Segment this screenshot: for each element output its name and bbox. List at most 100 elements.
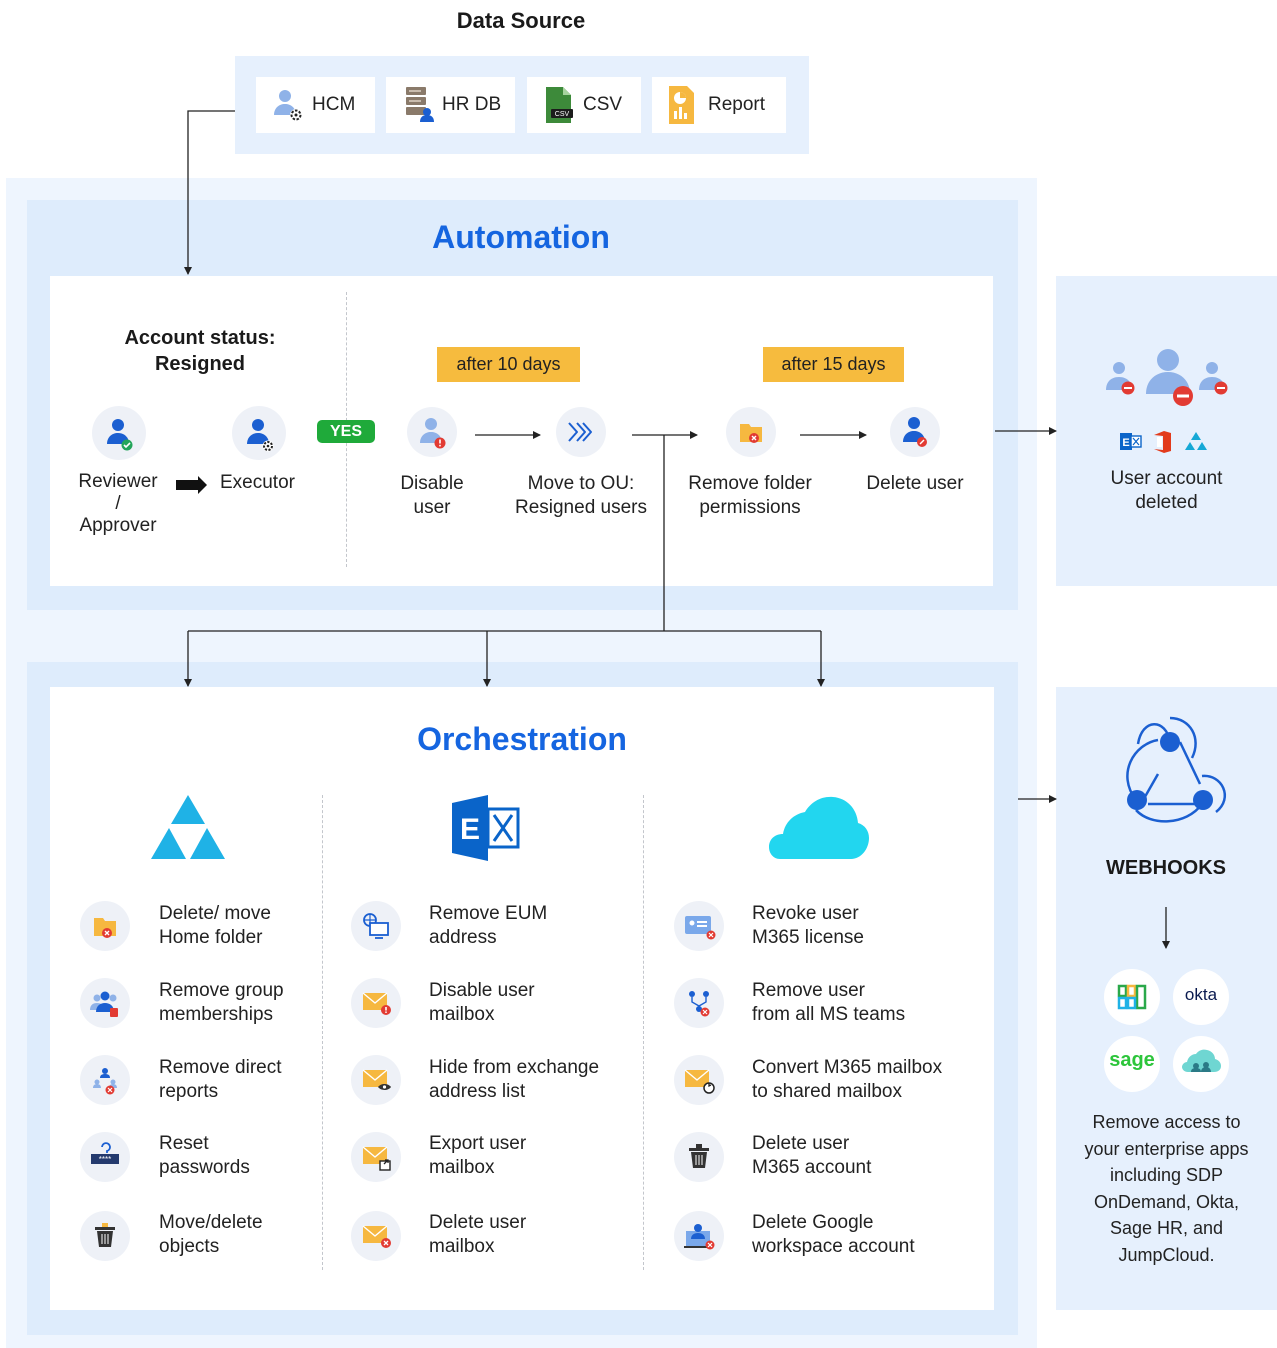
- reviewer-line: Reviewer: [78, 471, 158, 492]
- orch-item: Convert M365 mailbox to shared mailbox: [752, 1056, 942, 1104]
- mail-disable-icon: [351, 978, 401, 1028]
- password-icon: ****: [80, 1132, 130, 1182]
- item-line: Delete Google: [752, 1212, 874, 1233]
- orchestration-title: Orchestration: [417, 721, 627, 757]
- account-status-value: Resigned: [154, 353, 246, 375]
- orch-item: Export user mailbox: [429, 1132, 526, 1180]
- webhooks-icon: [1106, 714, 1232, 830]
- orchestration-divider: [322, 795, 323, 1270]
- item-line: Remove EUM: [429, 903, 548, 924]
- mail-convert-icon: [674, 1055, 724, 1105]
- item-line: M365 license: [752, 927, 864, 948]
- item-line: Home folder: [159, 927, 263, 948]
- yes-badge: YES: [317, 420, 375, 443]
- globe-monitor-icon: [351, 901, 401, 951]
- item-line: Export user: [429, 1133, 527, 1154]
- users-deleted-icon: [1102, 344, 1232, 408]
- sage-logo: sage: [1104, 1036, 1160, 1092]
- trash-icon: [80, 1211, 130, 1261]
- item-line: mailbox: [429, 1157, 495, 1178]
- reviewer-icon: [92, 406, 146, 460]
- orch-item: Remove user from all MS teams: [752, 979, 905, 1027]
- orch-item: Remove group memberships: [159, 979, 284, 1027]
- automation-title: Automation: [432, 219, 610, 255]
- orch-item: Disable user mailbox: [429, 979, 535, 1027]
- okta-logo: okta: [1173, 969, 1229, 1025]
- item-line: Delete/ move: [159, 903, 271, 924]
- webhooks-description: Remove access to your enterprise apps in…: [1066, 1109, 1267, 1268]
- desc-line: Remove access to: [1092, 1112, 1241, 1132]
- item-line: Remove group: [159, 980, 284, 1001]
- jumpcloud-icon: [1173, 1036, 1229, 1092]
- step-line: Move to OU:: [527, 473, 635, 494]
- item-line: Convert M365 mailbox: [752, 1057, 943, 1078]
- mail-hide-icon: [351, 1055, 401, 1105]
- webhooks-title: WEBHOOKS: [1106, 857, 1226, 879]
- item-line: Revoke user: [752, 903, 859, 924]
- trash-icon: [674, 1132, 724, 1182]
- mail-export-icon: [351, 1132, 401, 1182]
- step-line: permissions: [699, 497, 801, 518]
- folder-remove-icon: [726, 407, 776, 457]
- item-line: Remove user: [752, 980, 865, 1001]
- item-line: Hide from exchange: [429, 1057, 600, 1078]
- teams-remove-icon: [674, 978, 724, 1028]
- reviewer-line: /: [115, 493, 121, 514]
- orch-item: Delete user mailbox: [429, 1211, 526, 1259]
- orch-item: Delete/ move Home folder: [159, 902, 271, 950]
- result-app-icons: E: [1120, 430, 1216, 454]
- reviewer-label: Reviewer / Approver: [58, 470, 178, 538]
- delay-10-days: after 10 days: [437, 347, 580, 382]
- item-line: mailbox: [429, 1236, 495, 1257]
- item-line: workspace account: [752, 1236, 915, 1257]
- item-line: objects: [159, 1236, 220, 1257]
- orch-item: Delete user M365 account: [752, 1132, 871, 1180]
- orch-item: Move/delete objects: [159, 1211, 263, 1259]
- sage-text: sage: [1109, 1049, 1155, 1071]
- svg-text:E: E: [1122, 437, 1129, 449]
- item-line: mailbox: [429, 1004, 495, 1025]
- user-account-deleted: User account deleted: [1076, 467, 1257, 515]
- account-status-label: Account status:: [124, 327, 276, 349]
- item-line: Remove direct: [159, 1057, 282, 1078]
- result-line: User account: [1110, 468, 1223, 489]
- item-line: from all MS teams: [752, 1004, 906, 1025]
- step-line: user: [413, 497, 451, 518]
- disable-user-icon: [407, 407, 457, 457]
- desc-line: JumpCloud.: [1118, 1244, 1215, 1265]
- item-line: reports: [159, 1081, 219, 1102]
- orch-item: Remove EUM address: [429, 902, 547, 950]
- folder-remove-icon: [80, 901, 130, 951]
- desc-line: Sage HR, and: [1109, 1218, 1224, 1238]
- svg-text:E: E: [460, 813, 480, 846]
- step-line: Delete user: [866, 473, 964, 494]
- group-remove-icon: [80, 978, 130, 1028]
- step-line: Resigned users: [514, 497, 648, 518]
- orchestration-divider: [643, 795, 644, 1270]
- desc-line: including SDP: [1109, 1165, 1224, 1185]
- item-line: passwords: [159, 1157, 250, 1178]
- step-delete-user: Delete user: [850, 472, 980, 496]
- item-line: Move/delete: [159, 1212, 263, 1233]
- delete-user-icon: [890, 407, 940, 457]
- desc-line: OnDemand, Okta,: [1093, 1191, 1240, 1212]
- item-line: M365 account: [752, 1157, 872, 1178]
- item-line: Reset: [159, 1133, 209, 1154]
- sdp-ondemand-icon: [1104, 969, 1160, 1025]
- step-remove-folder: Remove folder permissions: [672, 472, 828, 520]
- step-line: Disable: [400, 473, 464, 494]
- executor-label: Executor: [220, 472, 295, 493]
- item-line: address: [429, 927, 497, 948]
- mail-delete-icon: [351, 1211, 401, 1261]
- item-line: address list: [429, 1081, 526, 1102]
- org-chart-remove-icon: [80, 1055, 130, 1105]
- reviewer-line: Approver: [79, 515, 157, 536]
- orch-item: Hide from exchange address list: [429, 1056, 599, 1104]
- item-line: Delete user: [752, 1133, 850, 1154]
- move-ou-icon: [556, 407, 606, 457]
- orch-item: Delete Google workspace account: [752, 1211, 915, 1259]
- executor-icon: [232, 406, 286, 460]
- orch-item: Revoke user M365 license: [752, 902, 864, 950]
- item-line: Delete user: [429, 1212, 527, 1233]
- exchange-icon: E: [452, 795, 520, 861]
